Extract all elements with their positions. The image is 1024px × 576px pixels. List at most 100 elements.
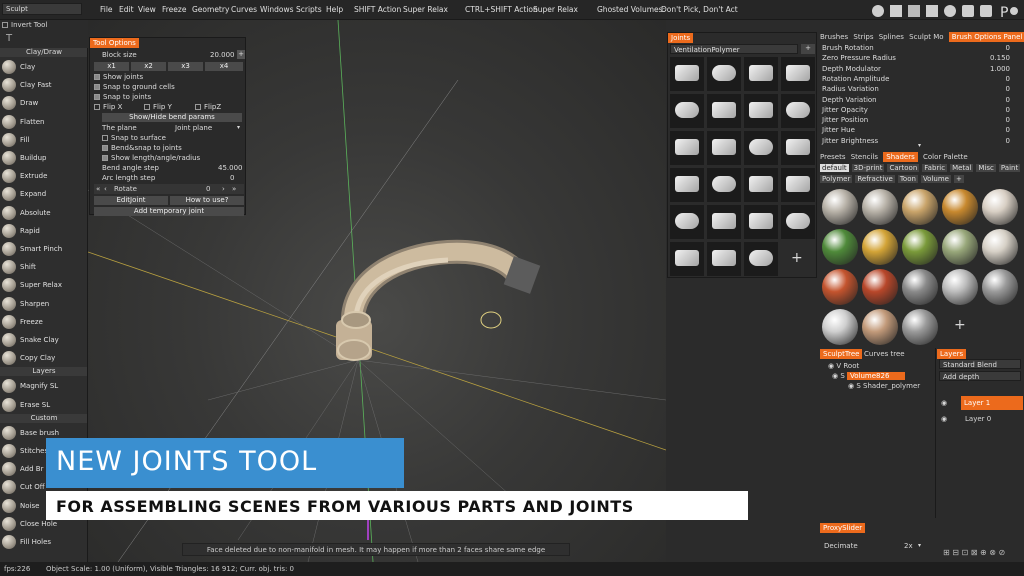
brush-option-row[interactable]: Depth Variation 0: [822, 96, 1018, 106]
brush-icon[interactable]: [1010, 7, 1018, 15]
tab-sculpt-mo[interactable]: Sculpt Mo: [909, 33, 943, 41]
bend-snap-checkbox[interactable]: [102, 145, 108, 151]
cube-icon[interactable]: [962, 5, 974, 17]
shader-category-fabric[interactable]: Fabric: [922, 164, 948, 172]
tool-fill-holes[interactable]: Fill Holes: [0, 533, 87, 551]
joint-bend[interactable]: [670, 131, 704, 165]
joint-cap[interactable]: [744, 94, 778, 128]
brush-option-row[interactable]: Zero Pressure Radius 0.150: [822, 54, 1018, 64]
tool-super-relax[interactable]: Super Relax: [0, 276, 87, 294]
tool-extrude[interactable]: Extrude: [0, 167, 87, 185]
shader-material-ball[interactable]: [862, 309, 898, 345]
show-length-row[interactable]: Show length/angle/radius: [102, 154, 200, 162]
tool-absolute[interactable]: Absolute: [0, 204, 87, 222]
menu-geometry[interactable]: Geometry: [192, 5, 229, 14]
eye-icon[interactable]: ◉: [848, 382, 854, 390]
joint-tube-bend[interactable]: [744, 242, 778, 276]
tool-smart-pinch[interactable]: Smart Pinch: [0, 240, 87, 258]
joint-cross[interactable]: [707, 94, 741, 128]
tool-flatten[interactable]: Flatten: [0, 113, 87, 131]
chevron-down-icon[interactable]: ▾: [237, 124, 240, 131]
shader-material-ball[interactable]: [942, 269, 978, 305]
rotate-row[interactable]: « ‹ Rotate 0 › »: [94, 184, 244, 194]
tool-draw[interactable]: Draw: [0, 94, 87, 112]
brush-option-value[interactable]: 0: [1006, 96, 1010, 104]
joints-category-dropdown[interactable]: VentilationPolymer: [670, 44, 798, 54]
tab-tool-options[interactable]: Tool Options: [90, 38, 139, 48]
tab-stencils[interactable]: Stencils: [851, 153, 878, 161]
tab-layers[interactable]: Layers: [937, 349, 967, 359]
brush-option-row[interactable]: Depth Modulator 1.000: [822, 65, 1018, 75]
rotate-step-right-icon[interactable]: ›: [222, 185, 225, 193]
brush-option-value[interactable]: 0: [1006, 75, 1010, 83]
joint-flat-2[interactable]: [781, 131, 815, 165]
joint-straight-3[interactable]: [744, 168, 778, 202]
grid-icon[interactable]: [908, 5, 920, 17]
tab-brush-options-panel[interactable]: Brush Options Panel: [948, 32, 1024, 42]
tree-shader-row[interactable]: ◉ S Shader_polymer: [848, 382, 920, 390]
shader-material-ball[interactable]: [902, 269, 938, 305]
snap-ground-row[interactable]: Snap to ground cells: [94, 83, 175, 91]
flip-x-checkbox[interactable]: [94, 104, 100, 110]
brush-option-value[interactable]: 0.150: [990, 54, 1010, 62]
shader-material-ball[interactable]: [902, 309, 938, 345]
bend-params-button[interactable]: Show/Hide bend params: [102, 113, 242, 122]
decimate-factor[interactable]: 2x: [904, 542, 913, 550]
brush-option-row[interactable]: Radius Variation 0: [822, 85, 1018, 95]
shader-material-ball[interactable]: [982, 229, 1018, 265]
plus-icon[interactable]: +: [237, 50, 245, 59]
shader-material-ball[interactable]: [862, 229, 898, 265]
brush-option-row[interactable]: Brush Rotation 0: [822, 44, 1018, 54]
how-to-use-button[interactable]: How to use?: [170, 196, 244, 205]
shader-category-cartoon[interactable]: Cartoon: [887, 164, 920, 172]
bend-snap-row[interactable]: Bend&snap to joints: [102, 144, 182, 152]
tab-curves-tree[interactable]: Curves tree: [864, 350, 905, 358]
brush-option-value[interactable]: 0: [1006, 106, 1010, 114]
joints-add-button[interactable]: +: [801, 44, 815, 54]
snap-joints-checkbox[interactable]: [94, 94, 100, 100]
brush-option-row[interactable]: Rotation Amplitude 0: [822, 75, 1018, 85]
scale-x3-button[interactable]: x3: [168, 62, 203, 71]
joint-angle[interactable]: [707, 205, 741, 239]
ctrl-shift-action-value[interactable]: Super Relax: [533, 5, 578, 14]
shader-material-ball[interactable]: [982, 269, 1018, 305]
eye-icon[interactable]: ◉: [941, 415, 947, 423]
tab-sculpt-tree[interactable]: SculptTree: [820, 349, 863, 359]
tab-color-palette[interactable]: Color Palette: [923, 153, 968, 161]
block-size-row[interactable]: Block size 20.000 +: [94, 50, 245, 59]
tab-shaders[interactable]: Shaders: [883, 152, 918, 162]
tool-shift[interactable]: Shift: [0, 258, 87, 276]
snap-surface-row[interactable]: Snap to surface: [102, 134, 166, 142]
shader-category-polymer[interactable]: Polymer: [820, 175, 853, 183]
tool-freeze[interactable]: Freeze: [0, 313, 87, 331]
brush-option-value[interactable]: 1.000: [990, 65, 1010, 73]
flip-y-checkbox[interactable]: [144, 104, 150, 110]
brush-option-value[interactable]: 0: [1006, 85, 1010, 93]
joint-angle-2[interactable]: [744, 205, 778, 239]
scale-x1-button[interactable]: x1: [94, 62, 129, 71]
shader-category-toon[interactable]: Toon: [897, 175, 918, 183]
brush-option-row[interactable]: Jitter Opacity 0: [822, 106, 1018, 116]
show-length-checkbox[interactable]: [102, 155, 108, 161]
shader-category-default[interactable]: default: [820, 164, 849, 172]
bend-angle-label[interactable]: Bend angle step: [102, 164, 159, 172]
chevron-down-icon[interactable]: ▾: [918, 542, 921, 549]
tool-copy-clay[interactable]: Copy Clay: [0, 349, 87, 367]
text-tool-icon[interactable]: T: [6, 33, 12, 44]
menu-edit[interactable]: Edit: [119, 5, 134, 14]
joint-straight[interactable]: [670, 168, 704, 202]
symmetry-icon[interactable]: [890, 5, 902, 17]
invert-tool-row[interactable]: Invert Tool: [2, 21, 88, 31]
arc-length-value[interactable]: 0: [230, 174, 234, 182]
layer-1-row[interactable]: ◉ Layer 1: [939, 396, 1023, 410]
checker-icon[interactable]: [926, 5, 938, 17]
brush-option-value[interactable]: 0: [1006, 137, 1010, 145]
shader-category-3d-print[interactable]: 3D-print: [851, 164, 885, 172]
scale-x4-button[interactable]: x4: [205, 62, 243, 71]
flip-z-row[interactable]: FlipZ: [195, 103, 221, 111]
shader-material-ball[interactable]: [822, 229, 858, 265]
joint-box[interactable]: [707, 131, 741, 165]
layer-0-row[interactable]: ◉ Layer 0: [939, 414, 1021, 426]
shader-category-refractive[interactable]: Refractive: [855, 175, 895, 183]
gear-icon[interactable]: [872, 5, 884, 17]
